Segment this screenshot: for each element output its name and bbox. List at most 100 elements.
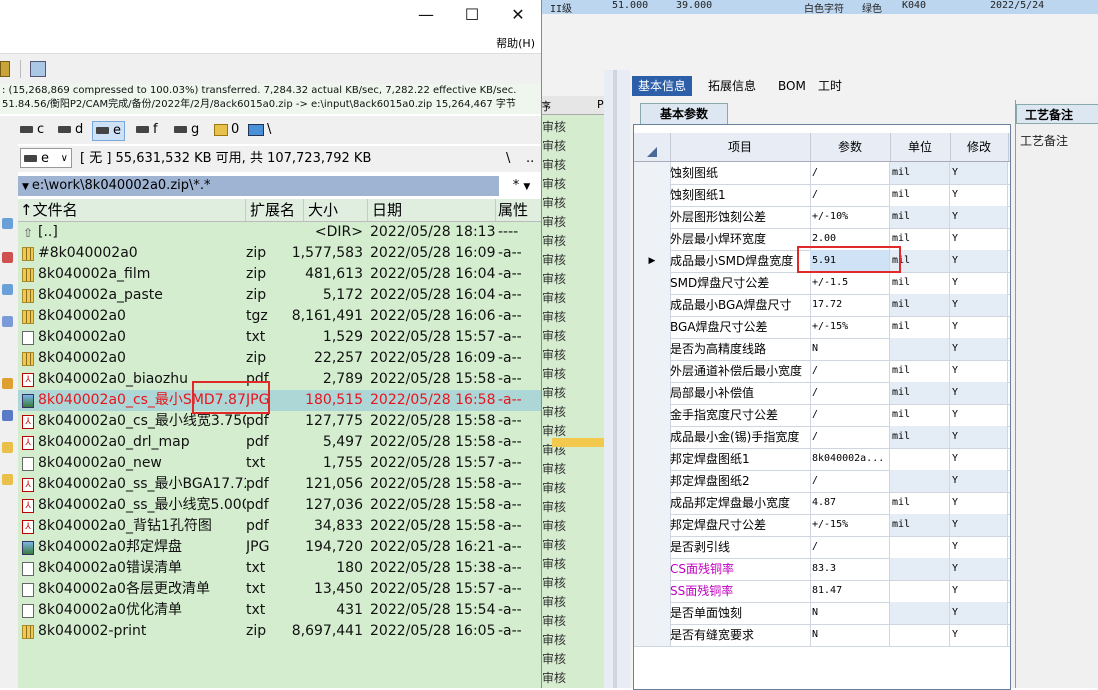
param-row[interactable]: 成品最小BGA焊盘尺寸 17.72 mil Y (634, 294, 1010, 317)
param-row[interactable]: SS面残铜率 81.47 Y (634, 580, 1010, 603)
status-cell[interactable]: 审核 (540, 612, 604, 631)
status-cell[interactable]: 审核 (540, 289, 604, 308)
row-indicator[interactable] (634, 162, 671, 184)
param-value[interactable]: / (810, 184, 890, 206)
param-value[interactable]: 2.00 (810, 228, 890, 250)
drive-button-f[interactable]: f (136, 121, 158, 139)
param-value[interactable]: / (810, 426, 890, 448)
strip-icon[interactable] (2, 410, 13, 421)
row-indicator[interactable] (634, 624, 671, 646)
col-param[interactable]: 参数 (810, 133, 891, 161)
file-row[interactable]: 8k040002a_film zip 481,613 2022/05/28 16:04… (18, 264, 541, 285)
status-cell[interactable]: 审核 (540, 517, 604, 536)
param-row[interactable]: 是否剥引线 / Y (634, 536, 1010, 559)
maximize-button[interactable]: ☐ (449, 0, 495, 30)
status-cell[interactable]: 审核 (540, 498, 604, 517)
param-row[interactable]: 是否有缝宽要求 N Y (634, 624, 1010, 647)
file-row[interactable]: 8k040002-print zip 8,697,441 2022/05/28 16:… (18, 621, 541, 642)
param-value[interactable]: / (810, 536, 890, 558)
status-cell[interactable]: 审核 (540, 384, 604, 403)
col-unit[interactable]: 单位 (890, 133, 951, 161)
param-row[interactable]: SMD焊盘尺寸公差 +/-1.5 mil Y (634, 272, 1010, 295)
path-filter[interactable]: * ▼ (502, 176, 541, 196)
param-row[interactable]: 成品最小金(锡)手指宽度 / mil Y (634, 426, 1010, 449)
row-indicator[interactable] (634, 536, 671, 558)
param-value[interactable]: 4.87 (810, 492, 890, 514)
param-value[interactable]: +/-1.5 (810, 272, 890, 294)
col-date[interactable]: 日期 (368, 199, 496, 221)
param-row[interactable]: ▶ 成品最小SMD焊盘宽度 5.91 mil Y (634, 250, 1010, 273)
file-row[interactable]: 8k040002a_paste zip 5,172 2022/05/28 16:04-… (18, 285, 541, 306)
row-indicator[interactable] (634, 184, 671, 206)
status-cell[interactable]: 审核 (540, 156, 604, 175)
param-row[interactable]: 外层通道补偿后最小宽度 / mil Y (634, 360, 1010, 383)
file-row[interactable]: ⅄ 8k040002a0_ss_最小BGA17.72 pdf 121,056 2022/… (18, 474, 541, 495)
status-cell[interactable]: 审核 (540, 270, 604, 289)
strip-icon[interactable] (2, 284, 13, 295)
param-row[interactable]: 蚀刻图纸 / mil Y (634, 162, 1010, 185)
status-cell[interactable]: 审核 (540, 479, 604, 498)
param-row[interactable]: BGA焊盘尺寸公差 +/-15% mil Y (634, 316, 1010, 339)
file-row[interactable]: ⅄ 8k040002a0_背钻1孔符图 pdf 34,833 2022/05/28 15… (18, 516, 541, 537)
status-cell[interactable]: 审核 (540, 346, 604, 365)
param-value[interactable]: N (810, 338, 890, 360)
status-cell[interactable]: 审核 (540, 593, 604, 612)
param-value[interactable]: 8k040002a... (810, 448, 890, 470)
row-indicator[interactable] (634, 316, 671, 338)
row-indicator[interactable] (634, 426, 671, 448)
root-button[interactable]: \ (506, 149, 510, 169)
file-row[interactable]: 8k040002a0各层更改清单 txt 13,450 2022/05/28 15:5… (18, 579, 541, 600)
drive-button-d[interactable]: d (58, 121, 83, 139)
param-row[interactable]: 局部最小补偿值 / mil Y (634, 382, 1010, 405)
param-row[interactable]: CS面残铜率 83.3 Y (634, 558, 1010, 581)
status-cell[interactable]: 审核 (540, 365, 604, 384)
param-row[interactable]: 蚀刻图纸1/mil Y (634, 184, 1010, 207)
minimize-button[interactable]: — (403, 0, 449, 30)
status-cell[interactable]: 审核 (540, 194, 604, 213)
row-indicator[interactable] (634, 404, 671, 426)
row-indicator[interactable] (634, 382, 671, 404)
tab-extended-info[interactable]: 拓展信息 (702, 76, 762, 96)
status-cell[interactable]: 审核 (540, 175, 604, 194)
status-cell[interactable]: 审核 (540, 308, 604, 327)
status-cell[interactable]: 审核 (540, 536, 604, 555)
param-value[interactable]: 83.3 (810, 558, 890, 580)
file-row[interactable]: 8k040002a0邦定焊盘 JPG 194,720 2022/05/28 16:21… (18, 537, 541, 558)
search-icon[interactable] (2, 252, 13, 263)
file-row[interactable]: ⅄ 8k040002a0_biaozhu pdf 2,789 2022/05/28 15… (18, 369, 541, 390)
param-value[interactable]: / (810, 470, 890, 492)
file-row[interactable]: ⇧ [..] <DIR> 2022/05/28 18:13 ---- (18, 222, 541, 243)
col-extension[interactable]: 扩展名 (246, 199, 304, 221)
status-cell[interactable]: 审核 (540, 327, 604, 346)
subtab-basic-params[interactable]: 基本参数 (640, 103, 728, 124)
file-row[interactable]: 8k040002a0 tgz 8,161,491 2022/05/28 16:06 -a… (18, 306, 541, 327)
status-cell[interactable]: 审核 (540, 555, 604, 574)
file-row[interactable]: 8k040002a0_new txt 1,755 2022/05/28 15:57 -a… (18, 453, 541, 474)
file-row-selected[interactable]: 8k040002a0_cs_最小SMD7.87 JPG 180,515 2022/05… (18, 390, 541, 411)
param-row[interactable]: 是否单面蚀刻 N Y (634, 602, 1010, 625)
file-row[interactable]: 8k040002a0 txt 1,529 2022/05/28 15:57 -a-- (18, 327, 541, 348)
param-value[interactable]: 81.47 (810, 580, 890, 602)
param-value[interactable]: 17.72 (810, 294, 890, 316)
notepad-icon[interactable] (30, 61, 46, 77)
status-cell[interactable]: 审核 (540, 574, 604, 593)
param-value[interactable]: N (810, 624, 890, 646)
param-row[interactable]: 金手指宽度尺寸公差 / mil Y (634, 404, 1010, 427)
file-row[interactable]: #8k040002a0 zip 1,577,583 2022/05/28 16:09-… (18, 243, 541, 264)
row-indicator[interactable] (634, 602, 671, 624)
param-row[interactable]: 邦定焊盘尺寸公差 +/-15% mil Y (634, 514, 1010, 537)
strip-icon[interactable] (2, 316, 13, 327)
param-row[interactable]: 外层最小焊环宽度 2.00 mil Y (634, 228, 1010, 251)
param-value[interactable]: / (810, 404, 890, 426)
toolbar-icon-partial[interactable] (0, 61, 10, 77)
row-indicator[interactable] (634, 228, 671, 250)
file-row[interactable]: ⅄ 8k040002a0_drl_map pdf 5,497 2022/05/28 15… (18, 432, 541, 453)
col-size[interactable]: 大小 (304, 199, 368, 221)
folder-icon[interactable] (2, 442, 13, 453)
strip-icon[interactable] (2, 218, 13, 229)
path-dropdown-icon[interactable]: ▼ (22, 182, 29, 192)
title-bar[interactable]: — ☐ ✕ (0, 0, 541, 32)
status-cell[interactable]: 审核 (540, 213, 604, 232)
row-indicator[interactable] (634, 470, 671, 492)
status-cell[interactable]: 审核 (540, 631, 604, 650)
